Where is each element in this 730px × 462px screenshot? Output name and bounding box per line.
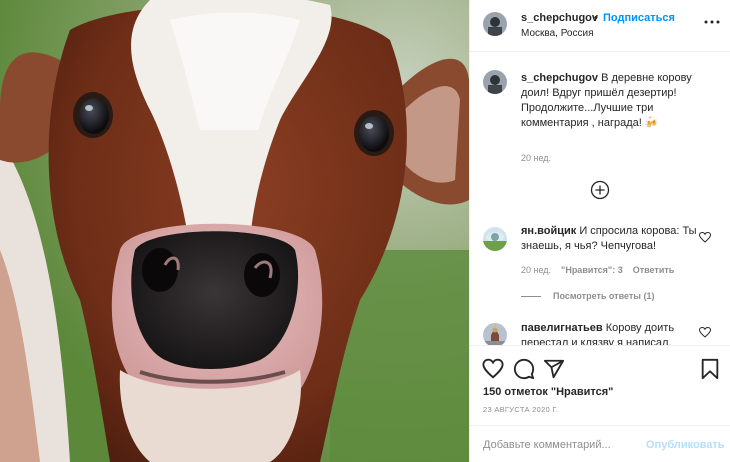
comment-like-icon[interactable] xyxy=(699,327,711,338)
post-date[interactable]: 23 АВГУСТА 2020 Г. xyxy=(483,405,558,414)
cow-photo-image xyxy=(0,0,469,462)
post-actions: 150 отметок "Нравится" 23 АВГУСТА 2020 Г… xyxy=(470,345,730,425)
comment-like-icon[interactable] xyxy=(699,232,711,243)
comment-meta: 20 нед. "Нравится": 3 Ответить xyxy=(521,265,684,275)
header-separator: • xyxy=(594,12,598,24)
publish-button[interactable]: Опубликовать xyxy=(646,439,725,451)
caption-username[interactable]: s_chepchugov xyxy=(521,72,598,84)
author-avatar[interactable] xyxy=(483,12,507,36)
comments-area[interactable]: s_chepchugov В деревне корову доил! Вдру… xyxy=(470,53,730,345)
comment-avatar[interactable] xyxy=(483,227,507,251)
likes-count[interactable]: 150 отметок "Нравится" xyxy=(483,386,613,398)
bookmark-icon[interactable] xyxy=(699,358,721,380)
comment-text-block: павелигнатьев Корову доить перестал и кл… xyxy=(521,321,701,345)
author-username[interactable]: s_chepchugov xyxy=(521,12,598,24)
add-comment-bar: Добавьте комментарий... Опубликовать xyxy=(470,425,730,462)
comment-username[interactable]: ян.войцик xyxy=(521,225,576,237)
comment-username[interactable]: павелигнатьев xyxy=(521,322,603,334)
post-side-panel: s_chepchugov • Подписаться Москва, Росси… xyxy=(469,0,730,462)
post-photo[interactable] xyxy=(0,0,469,462)
view-replies-label: Посмотреть ответы (1) xyxy=(553,291,655,301)
share-icon[interactable] xyxy=(543,358,565,380)
caption-text-block: s_chepchugov В деревне корову доил! Вдру… xyxy=(521,71,721,131)
add-comment-icon[interactable] xyxy=(590,180,610,200)
replies-divider xyxy=(521,296,541,298)
caption-time[interactable]: 20 нед. xyxy=(521,153,551,163)
caption-avatar[interactable] xyxy=(483,70,507,94)
comment-input[interactable]: Добавьте комментарий... xyxy=(483,439,611,451)
view-replies-button[interactable]: Посмотреть ответы (1) xyxy=(521,291,654,301)
follow-button[interactable]: Подписаться xyxy=(603,12,675,24)
post-header: s_chepchugov • Подписаться Москва, Росси… xyxy=(470,0,730,52)
reply-button[interactable]: Ответить xyxy=(633,265,675,275)
post-window: s_chepchugov • Подписаться Москва, Росси… xyxy=(0,0,730,462)
comment-text-block: ян.войцик И спросила корова: Ты знаешь, … xyxy=(521,224,701,254)
comment-time[interactable]: 20 нед. xyxy=(521,265,551,275)
comment-avatar[interactable] xyxy=(483,323,507,345)
comment-likes[interactable]: "Нравится": 3 xyxy=(561,265,623,275)
post-location[interactable]: Москва, Россия xyxy=(521,28,594,39)
comment-icon[interactable] xyxy=(513,358,535,380)
more-icon[interactable] xyxy=(704,15,720,29)
heart-icon[interactable] xyxy=(482,358,504,380)
